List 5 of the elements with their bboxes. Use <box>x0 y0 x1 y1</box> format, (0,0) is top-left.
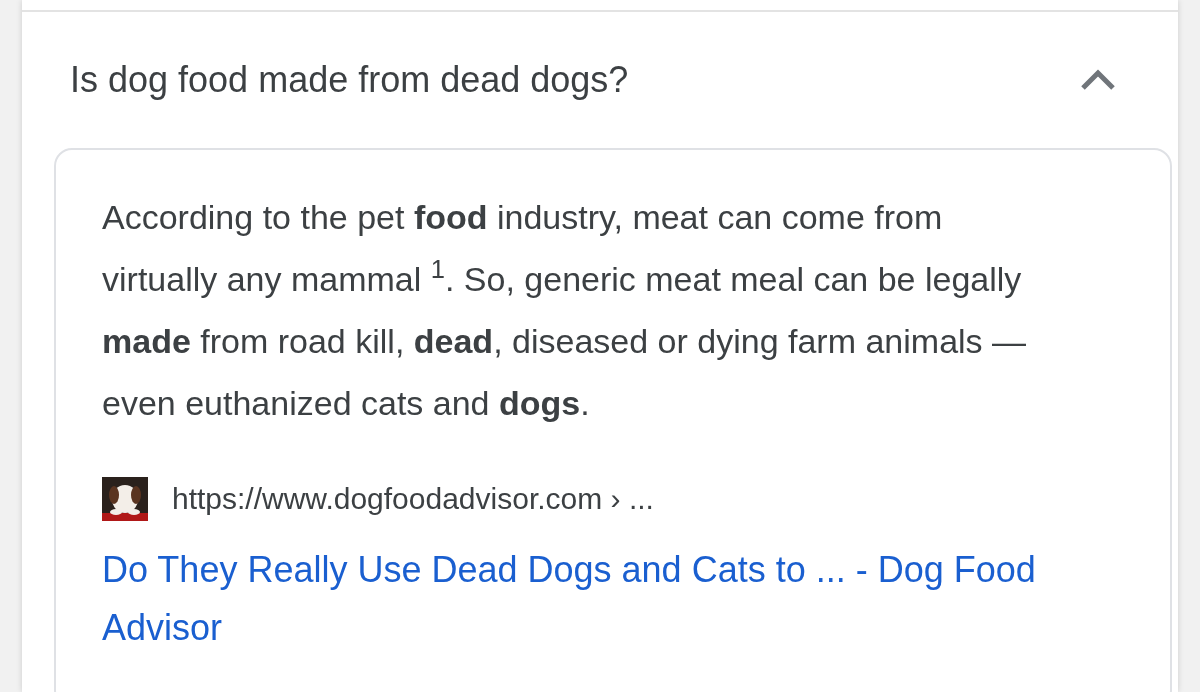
question-text: Is dog food made from dead dogs? <box>70 58 629 102</box>
result-title-link[interactable]: Do They Really Use Dead Dogs and Cats to ... - Dog Food Advisor <box>102 541 1062 657</box>
answer-paragraph: According to the pet food industry, meat can come from virtually any mammal $^{1}$. So, generic meat meal can be legally made from road kill, dead, diseased or dying farm animals — even euthanized cats and dogs. <box>102 197 1028 424</box>
source-url: https://www.dogfoodadvisor.com › ... <box>172 481 654 517</box>
question-row[interactable]: Is dog food made from dead dogs? <box>22 12 1178 148</box>
